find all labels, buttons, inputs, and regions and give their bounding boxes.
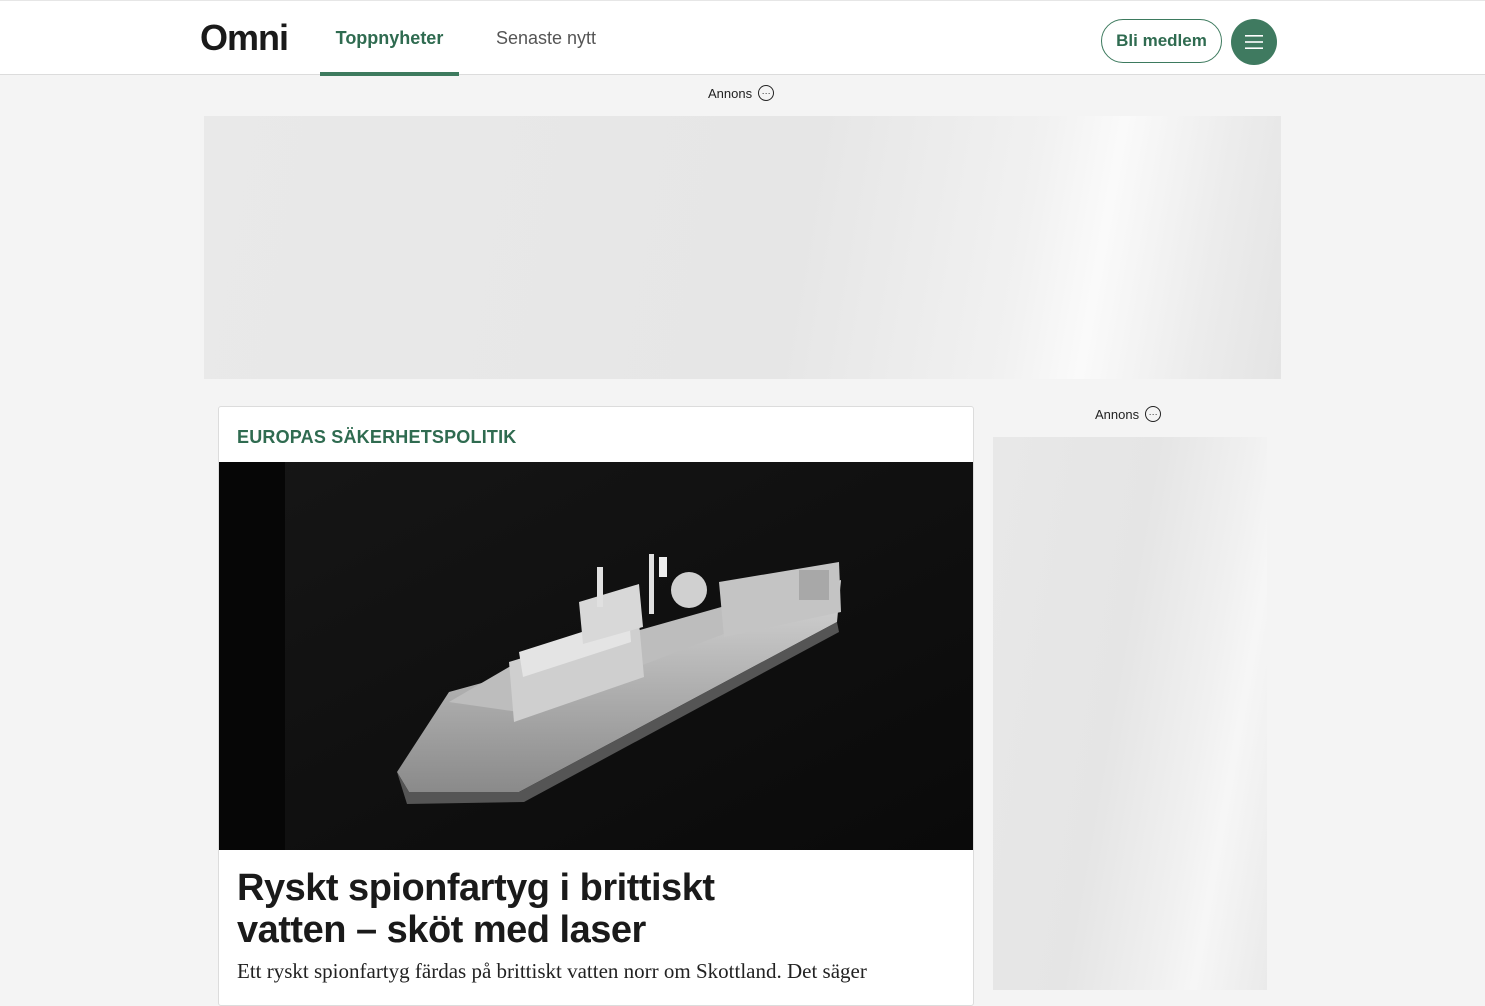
article-card[interactable]: EUROPAS SÄKERHETSPOLITIK Ryskt spionfart… [218, 406, 974, 1006]
ad-banner-top[interactable] [204, 116, 1281, 379]
article-lead: Ett ryskt spionfartyg färdas på brittisk… [237, 959, 867, 983]
article-topic[interactable]: EUROPAS SÄKERHETSPOLITIK [237, 427, 517, 448]
ad-label-side: Annons ··· [1095, 406, 1162, 422]
ad-label-text: Annons [1095, 406, 1140, 422]
ad-label-text: Annons [708, 85, 753, 101]
article-image[interactable] [219, 462, 973, 850]
ad-label-top: Annons ··· [708, 85, 775, 101]
tab-senaste-nytt[interactable]: Senaste nytt [476, 1, 616, 75]
become-member-button[interactable]: Bli medlem [1101, 19, 1222, 63]
menu-button[interactable] [1231, 19, 1277, 65]
spy-ship-image [219, 462, 973, 850]
tab-toppnyheter[interactable]: Toppnyheter [320, 1, 459, 76]
more-options-icon[interactable]: ··· [1145, 406, 1162, 422]
ad-banner-side[interactable] [993, 437, 1267, 990]
more-options-icon[interactable]: ··· [758, 85, 775, 101]
hamburger-menu-icon [1245, 35, 1263, 49]
article-headline[interactable]: Ryskt spionfartyg i brittiskt vatten – s… [237, 867, 797, 951]
site-header: Omni Toppnyheter Senaste nytt Bli medlem [0, 0, 1485, 76]
omni-logo[interactable]: Omni [200, 17, 289, 59]
